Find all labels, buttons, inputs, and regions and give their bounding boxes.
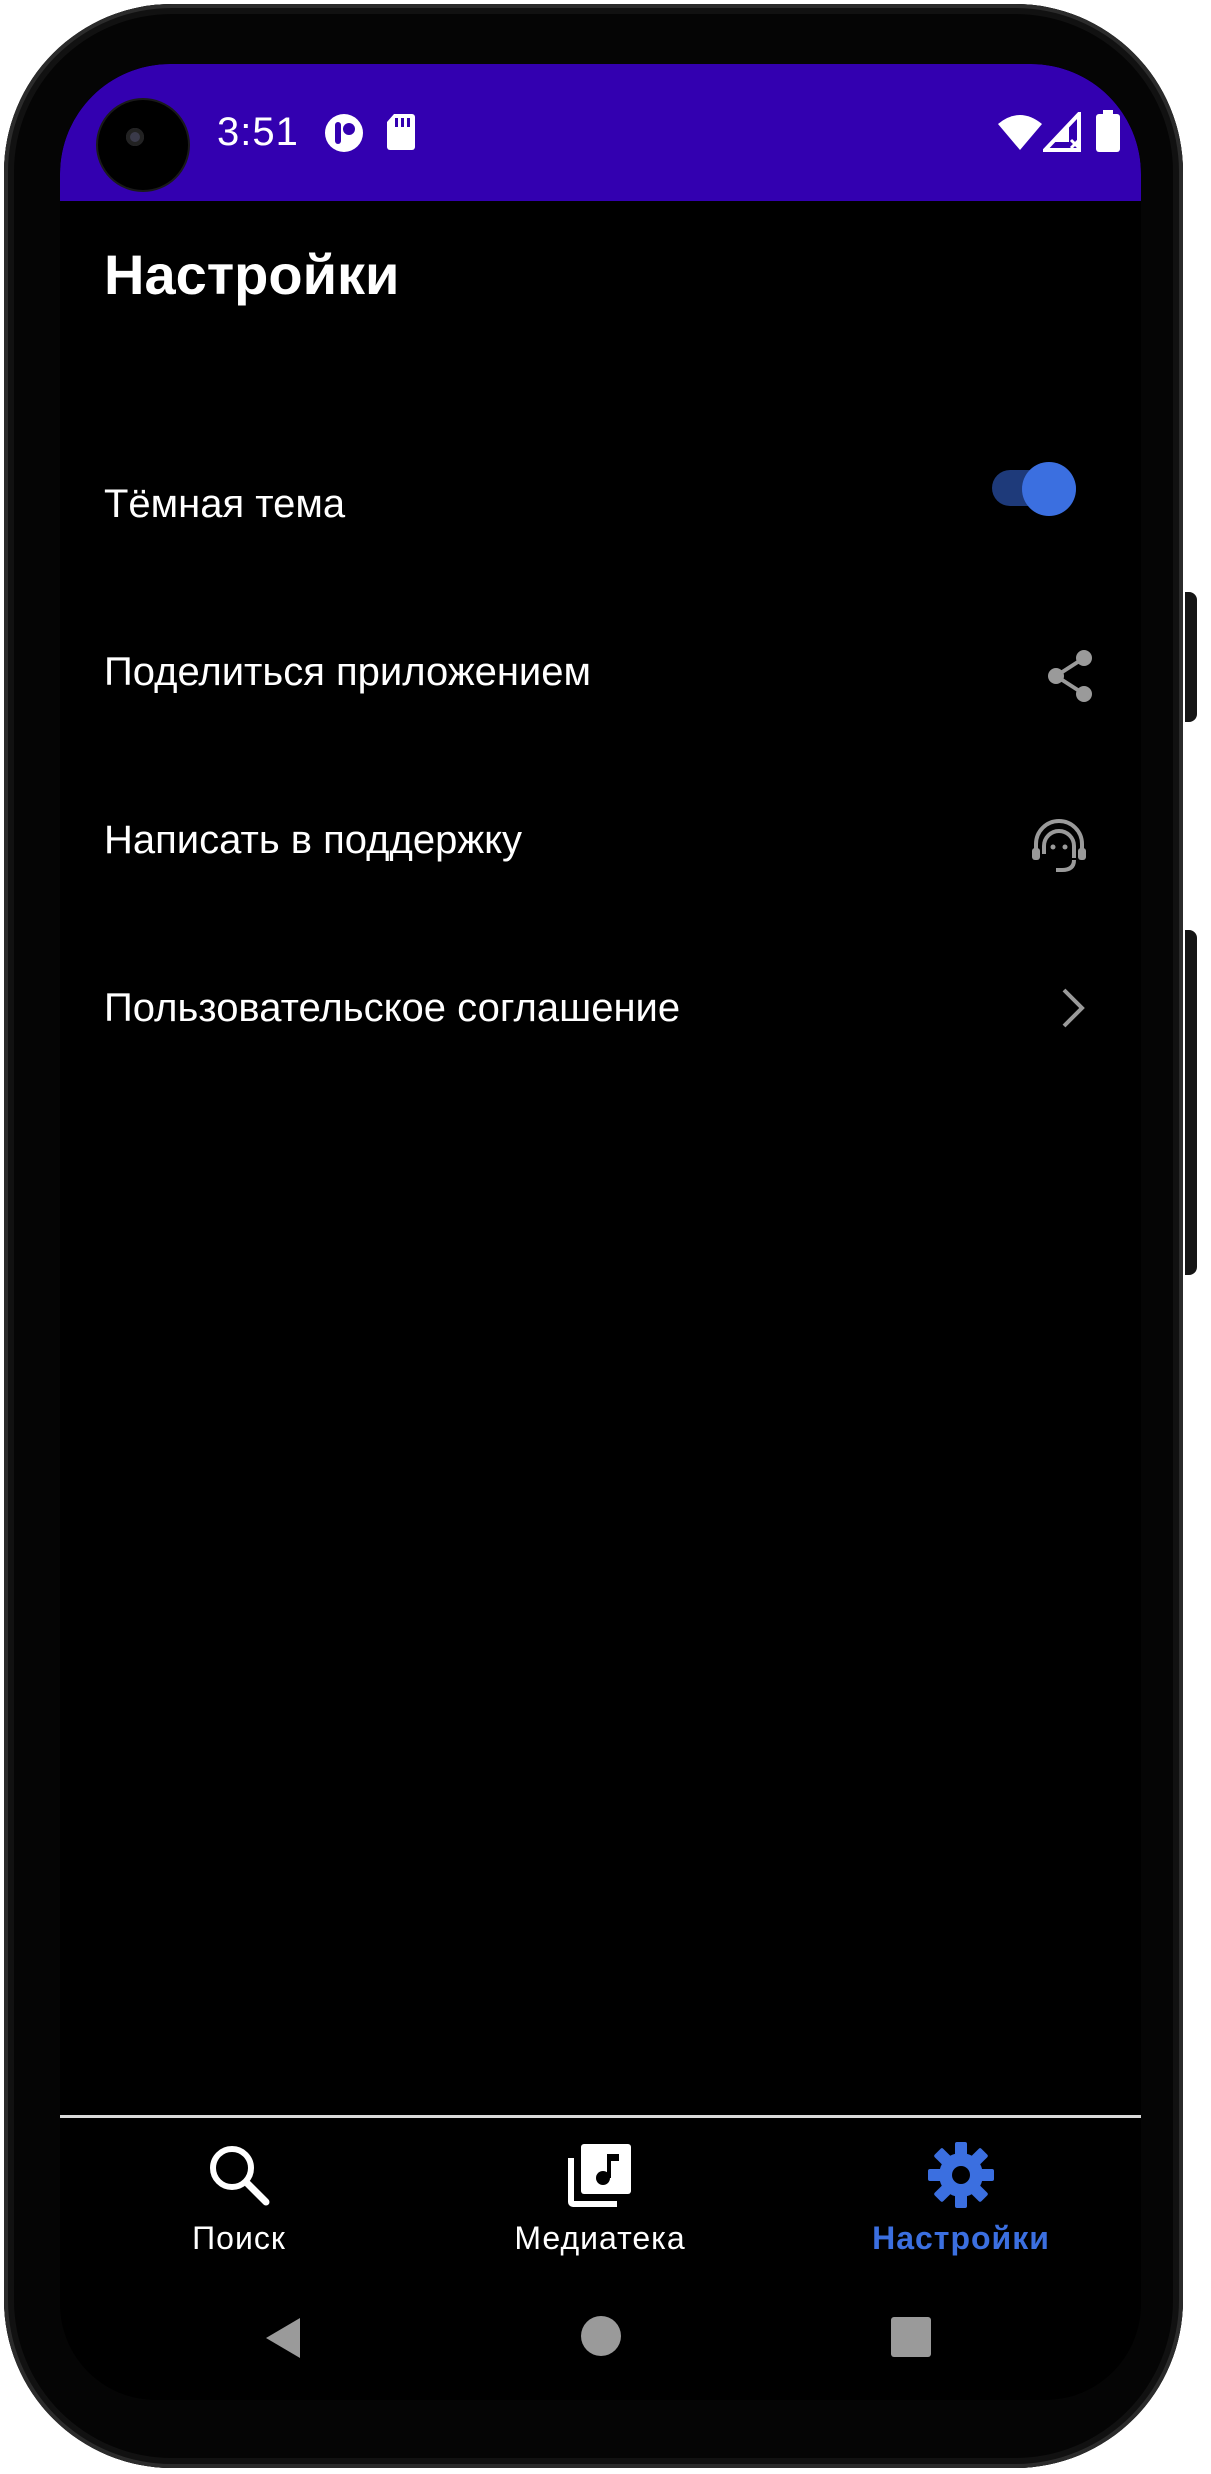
- power-button: [1185, 592, 1197, 722]
- camera-lens: [126, 128, 144, 146]
- nav-item-settings[interactable]: Настройки: [811, 2136, 1111, 2266]
- signal-icon: [1043, 112, 1081, 152]
- status-bar: 3:51: [60, 64, 1141, 201]
- search-icon: [210, 2146, 270, 2206]
- wifi-icon: [998, 115, 1042, 150]
- sd-card-icon: [387, 114, 415, 150]
- toggle-thumb: [1022, 462, 1076, 516]
- nav-label-media-library: Медиатека: [514, 2220, 686, 2256]
- gear-icon: [928, 2142, 994, 2208]
- page-title: Настройки: [104, 243, 400, 306]
- nav-item-search[interactable]: Поиск: [89, 2136, 389, 2266]
- camera-punch-hole: [98, 100, 188, 190]
- volume-button: [1185, 930, 1197, 1275]
- settings-row-support[interactable]: Написать в поддержку: [60, 790, 1141, 900]
- setting-label-user-agreement: Пользовательское соглашение: [104, 986, 681, 1030]
- share-icon: [1048, 650, 1092, 702]
- status-time: 3:51: [217, 110, 299, 154]
- back-icon[interactable]: [264, 2316, 304, 2360]
- nav-label-settings: Настройки: [872, 2220, 1050, 2256]
- settings-row-dark-theme[interactable]: Тёмная тема: [60, 454, 1141, 564]
- nav-label-search: Поиск: [192, 2220, 286, 2256]
- home-icon[interactable]: [580, 2315, 622, 2357]
- app-notification-icon: [325, 114, 363, 152]
- battery-icon: [1096, 110, 1120, 152]
- dark-theme-toggle[interactable]: [992, 462, 1076, 516]
- setting-label-share-app: Поделиться приложением: [104, 650, 592, 694]
- bottom-nav-divider: [60, 2115, 1141, 2118]
- support-headset-icon: [1032, 819, 1086, 872]
- settings-row-share-app[interactable]: Поделиться приложением: [60, 622, 1141, 732]
- recents-icon[interactable]: [891, 2317, 931, 2357]
- setting-label-support: Написать в поддержку: [104, 818, 523, 862]
- media-library-icon: [568, 2144, 631, 2207]
- screen: 3:51 Настройки Тёмная тема Поделиться пр…: [60, 64, 1141, 2400]
- phone-device: 3:51 Настройки Тёмная тема Поделиться пр…: [0, 0, 1211, 2474]
- settings-row-user-agreement[interactable]: Пользовательское соглашение: [60, 958, 1141, 1068]
- setting-label-dark-theme: Тёмная тема: [104, 482, 346, 526]
- chevron-right-icon: [1062, 988, 1085, 1028]
- nav-item-media-library[interactable]: Медиатека: [450, 2136, 750, 2266]
